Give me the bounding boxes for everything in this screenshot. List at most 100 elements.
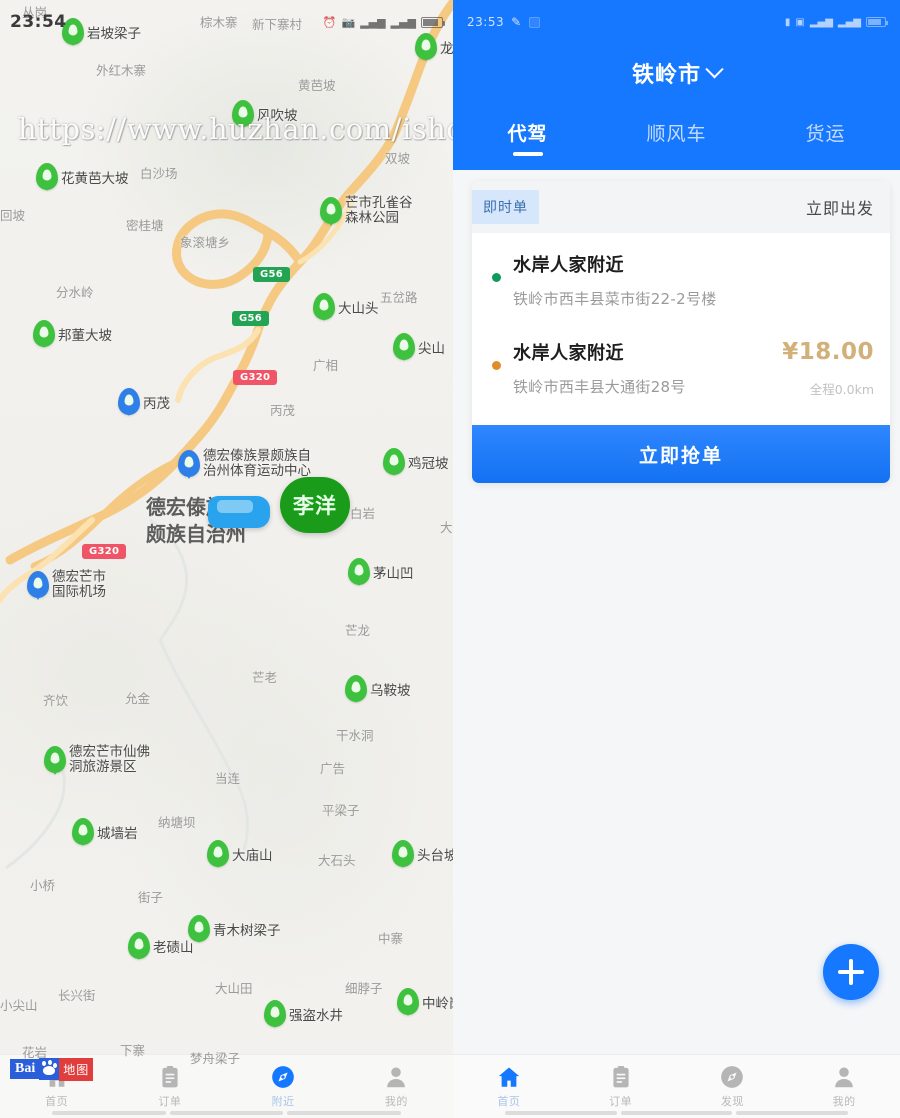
map-place-label: 广相 [313, 358, 339, 373]
map-place-label: 芒龙 [345, 623, 371, 638]
pickup-title: 水岸人家附近 [513, 255, 624, 276]
map-poi-label: 丙茂 [143, 395, 170, 412]
map-poi-label: 大庙山 [232, 847, 273, 864]
driver-name-badge[interactable]: 李洋 [280, 477, 350, 533]
right-nav-item-orders[interactable]: 订单 [565, 1055, 677, 1118]
map-poi[interactable]: 丙茂 [118, 388, 170, 415]
map-screen: G56 G56 G320 G320 德宏傣族景 颇族自治州 丛岗 棕木寨 新下寨村外… [0, 0, 453, 1118]
right-home-indicator [453, 1111, 900, 1116]
tab-huoyun[interactable]: 货运 [751, 102, 900, 162]
map-poi[interactable]: 城墙岩 [72, 818, 138, 845]
map-poi[interactable]: 德宏芒市仙佛 洞旅游景区 [44, 745, 150, 774]
tab-daijia[interactable]: 代驾 [453, 102, 602, 162]
map-poi[interactable]: 德宏芒市 国际机场 [27, 570, 106, 599]
map-pin-green-icon [128, 932, 150, 959]
highway-shield-g56-2: G56 [232, 311, 270, 326]
map-poi-label: 风吹坡 [257, 107, 298, 124]
user-icon [835, 1067, 854, 1088]
map-poi[interactable]: 强盗水井 [264, 1000, 343, 1027]
map-poi[interactable]: 乌鞍坡 [345, 675, 411, 702]
map-poi-label: 鸡冠坡 [408, 455, 449, 472]
map-place-label: 白沙场 [140, 166, 178, 181]
right-status-right: ▮ ▣ ▂▄▆ ▂▄▆ [785, 16, 888, 28]
map-poi[interactable]: 大山头 [313, 293, 379, 320]
right-nav-label-home: 首页 [497, 1095, 521, 1108]
map-poi-label: 邦董大坡 [58, 327, 112, 344]
right-nav-label-orders: 订单 [609, 1095, 633, 1108]
signal-icon-2: ▂▄▆ [837, 16, 861, 28]
map-poi-label: 强盗水井 [289, 1007, 343, 1024]
order-price: ¥18.00 [782, 339, 874, 365]
left-nav-label-nearby: 附近 [271, 1095, 295, 1108]
map-poi[interactable]: 德宏傣族景颇族自 治州体育运动中心 [178, 449, 311, 478]
map-poi[interactable]: 鸡冠坡 [383, 448, 449, 475]
map-pin-green-icon [348, 558, 370, 585]
order-card-body: 水岸人家附近 铁岭市西丰县菜市街22-2号楼 水岸人家附近 铁岭市西丰县大通街2… [472, 233, 890, 425]
city-selector[interactable]: 铁岭市 [453, 44, 900, 102]
map-poi[interactable]: 邦董大坡 [33, 320, 112, 347]
map-place-label: 下寨 [120, 1043, 146, 1058]
map-canvas[interactable]: G56 G56 G320 G320 德宏傣族景 颇族自治州 丛岗 棕木寨 新下寨村外… [0, 0, 453, 1118]
clipboard-icon [613, 1065, 629, 1088]
dropoff-texts: 水岸人家附近 铁岭市西丰县大通街28号 [513, 339, 772, 397]
right-nav-item-profile[interactable]: 我的 [788, 1055, 900, 1118]
right-status-time: 23:53 [467, 15, 505, 29]
map-place-label: 象滚塘乡 [180, 235, 231, 250]
map-place-label: 细脖子 [345, 981, 383, 996]
home-icon [498, 1067, 520, 1087]
left-nav-label-home: 首页 [45, 1095, 69, 1108]
tab-shunfengche[interactable]: 顺风车 [602, 102, 751, 162]
left-nav-item-profile[interactable]: 我的 [340, 1055, 453, 1118]
left-nav-item-nearby[interactable]: 附近 [227, 1055, 340, 1118]
order-screen: 23:53 ✎ ▮ ▣ ▂▄▆ ▂▄▆ 铁岭市 代驾 顺风车 货运 即时单 立即… [453, 0, 900, 1118]
map-pin-green-icon [392, 840, 414, 867]
map-poi-label: 青木树梁子 [213, 922, 281, 939]
chevron-down-icon [705, 59, 724, 78]
map-poi[interactable]: 老碛山 [128, 932, 194, 959]
order-price-block: ¥18.00 全程0.0km [772, 339, 874, 398]
map-pin-green-icon [207, 840, 229, 867]
map-poi[interactable]: 大庙山 [207, 840, 273, 867]
add-button-fab[interactable] [823, 944, 879, 1000]
map-poi-label: 大山头 [338, 300, 379, 317]
map-pin-blue-icon [118, 388, 140, 415]
map-poi[interactable]: 青木树梁子 [188, 915, 281, 942]
signal-icon-1: ▂▄▆ [360, 15, 386, 29]
highway-shield-g56-1: G56 [253, 267, 291, 282]
right-nav-item-home[interactable]: 首页 [453, 1055, 565, 1118]
map-place-label: 梦舟梁子 [190, 1051, 241, 1066]
baidu-logo-suffix: 地图 [59, 1057, 94, 1081]
map-pin-green-icon [33, 320, 55, 347]
dropoff-dot-icon [492, 361, 501, 370]
map-poi[interactable]: 茅山凹 [348, 558, 414, 585]
map-poi[interactable]: 芒市孔雀谷 森林公园 [320, 196, 413, 225]
grab-order-button[interactable]: 立即抢单 [472, 425, 890, 483]
right-tabbar: 首页 订单 发现 我的 [453, 1054, 900, 1118]
right-nav-label-discover: 发现 [720, 1095, 744, 1108]
map-pin-green-icon [345, 675, 367, 702]
map-poi[interactable]: 中岭岗 [397, 988, 453, 1015]
map-poi[interactable]: 头台坡 [392, 840, 453, 867]
order-card[interactable]: 即时单 立即出发 水岸人家附近 铁岭市西丰县菜市街22-2号楼 水岸人家附近 铁… [472, 181, 890, 483]
signal-icon-1: ▂▄▆ [809, 16, 833, 28]
vehicle-marker[interactable] [208, 496, 270, 528]
map-poi[interactable]: 花黄芭大坡 [36, 163, 129, 190]
map-place-label: 密桂塘 [126, 218, 164, 233]
map-poi-label: 乌鞍坡 [370, 682, 411, 699]
map-pin-green-icon [232, 100, 254, 127]
map-pin-green-icon [44, 746, 66, 774]
app-header: 23:53 ✎ ▮ ▣ ▂▄▆ ▂▄▆ 铁岭市 代驾 顺风车 货运 [453, 0, 900, 170]
left-status-icons: ⏰ 📷 ▂▄▆ ▂▄▆ [323, 15, 445, 29]
map-place-label: 平梁子 [322, 803, 360, 818]
map-pin-green-icon [264, 1000, 286, 1027]
right-status-left: 23:53 ✎ [467, 15, 540, 29]
right-nav-item-discover[interactable]: 发现 [677, 1055, 789, 1118]
left-nav-label-orders: 订单 [158, 1095, 182, 1108]
map-poi[interactable]: 风吹坡 [232, 100, 298, 127]
map-poi[interactable]: 尖山 [393, 333, 445, 360]
left-status-bar: 23:54 ⏰ 📷 ▂▄▆ ▂▄▆ [0, 0, 453, 44]
map-place-label: 齐饮 [43, 693, 69, 708]
compass-icon [272, 1066, 294, 1088]
pickup-address: 铁岭市西丰县菜市街22-2号楼 [513, 290, 717, 308]
map-pin-blue-icon [178, 450, 200, 478]
